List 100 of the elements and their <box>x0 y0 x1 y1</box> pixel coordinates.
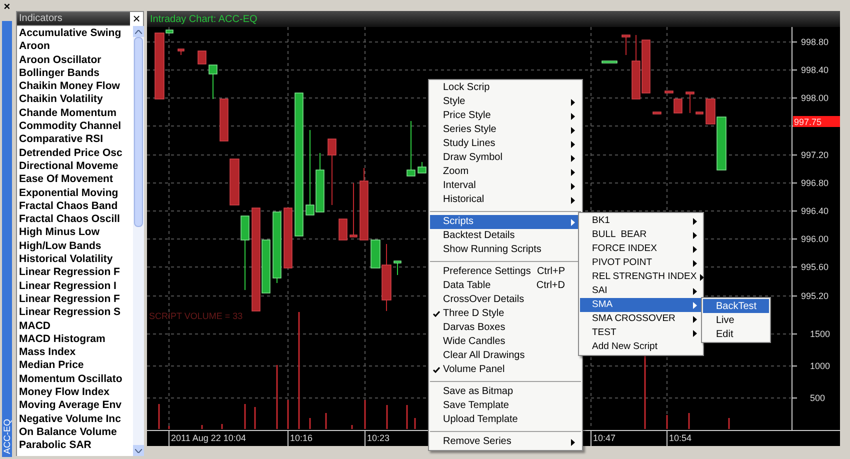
indicator-item[interactable]: High Minus Low <box>17 226 100 240</box>
indicator-item[interactable]: High/Low Bands <box>17 240 102 254</box>
indicator-item[interactable]: Chaikin Volatility <box>17 93 103 107</box>
menu-item[interactable]: Edit <box>703 327 769 341</box>
candle <box>272 212 282 284</box>
menu-item[interactable]: Backtest Details <box>430 229 581 243</box>
menu-item[interactable]: Clear All Drawings <box>430 349 581 363</box>
menu-item[interactable]: Style <box>430 95 581 109</box>
menu-item[interactable]: Series Style <box>430 123 581 137</box>
price-label: 998.80 <box>801 37 829 47</box>
submenu-arrow-icon <box>571 438 575 446</box>
indicator-item[interactable]: Linear Regression S <box>17 306 121 320</box>
indicator-item[interactable]: Fractal Chaos Oscill <box>17 213 120 226</box>
candle <box>328 138 336 206</box>
indicator-item[interactable]: Detrended Price Osc <box>17 146 122 160</box>
scroll-down-icon <box>135 448 142 452</box>
menu-item[interactable]: Live <box>703 313 769 327</box>
indicator-item[interactable]: Chaikin Money Flow <box>17 80 120 94</box>
menu-item[interactable]: Study Lines <box>430 137 581 151</box>
menu-item[interactable]: CrossOver Details <box>430 293 581 307</box>
menu-item[interactable]: Scripts <box>430 215 581 229</box>
menu-item[interactable]: SAI <box>580 284 702 298</box>
menu-item[interactable]: REL STRENGTH INDEX <box>580 270 702 284</box>
menu-item[interactable]: PIVOT POINT <box>580 256 702 270</box>
menu-item[interactable]: Price Style <box>430 109 581 123</box>
menu-item[interactable]: Save as Bitmap <box>430 385 581 399</box>
current-price-tag: 997.75 <box>793 116 840 127</box>
candle <box>642 40 650 94</box>
menu-item[interactable]: BackTest <box>703 299 769 313</box>
scrollbar[interactable] <box>133 26 144 456</box>
indicator-item[interactable]: Commodity Channel <box>17 120 122 134</box>
menu-item[interactable]: Save Template <box>430 399 581 413</box>
indicator-item[interactable]: Linear Regression F <box>17 266 120 280</box>
panel-title: Indicators <box>18 12 64 26</box>
menu-item[interactable]: Add New Script <box>580 340 702 354</box>
candle <box>208 64 218 100</box>
indicator-item[interactable]: Bollinger Bands <box>17 66 100 80</box>
menu-item[interactable]: Darvas Boxes <box>430 321 581 335</box>
symbol-tab[interactable]: ACC-EQ <box>2 21 12 457</box>
indicator-item[interactable]: Negative Volume Inc <box>17 412 121 426</box>
time-label: 10:47 <box>593 433 616 443</box>
indicator-item[interactable]: Accumulative Swing <box>17 27 122 40</box>
indicator-item[interactable]: Linear Regression F <box>17 292 120 306</box>
close-button[interactable]: × <box>130 12 143 26</box>
indicator-item[interactable]: Directional Moveme <box>17 160 118 174</box>
menu-item[interactable]: Three D Style <box>430 307 581 321</box>
menu-item[interactable]: Zoom <box>430 165 581 179</box>
indicator-item[interactable]: Parabolic SAR <box>17 439 92 452</box>
volume-label: 500 <box>810 393 826 403</box>
menu-item[interactable]: Wide Candles <box>430 335 581 349</box>
indicator-item[interactable]: On Balance Volume <box>17 426 117 440</box>
check-icon <box>433 311 440 317</box>
indicator-item[interactable]: Chande Momentum <box>17 106 116 120</box>
candle <box>230 158 240 206</box>
indicator-item[interactable]: Fractal Chaos Band <box>17 200 118 214</box>
candle <box>220 98 228 142</box>
menu-item[interactable]: SMA <box>580 298 702 312</box>
menu-item[interactable]: Draw Symbol <box>430 151 581 165</box>
candle <box>406 120 416 176</box>
indicator-item[interactable]: Aroon Oscillator <box>17 54 102 67</box>
menu-item[interactable]: SMA CROSSOVER <box>580 312 702 326</box>
menu-item[interactable]: Volume Panel <box>430 363 581 377</box>
indicator-item[interactable]: Historical Volatility <box>17 253 113 266</box>
indicator-item[interactable]: Aroon <box>17 40 50 54</box>
candle <box>394 260 402 276</box>
indicator-item[interactable]: Median Price <box>17 359 84 373</box>
menu-item[interactable]: Lock Scrip <box>430 81 581 95</box>
price-label: 998.00 <box>801 93 829 103</box>
indicator-item[interactable]: MACD <box>17 320 50 333</box>
candle <box>418 162 426 174</box>
menu-item[interactable]: Data Table Ctrl+D <box>430 279 581 293</box>
menu-item[interactable]: FORCE INDEX <box>580 242 702 256</box>
indicator-item[interactable]: Comparative RSI <box>17 133 104 147</box>
volume-note: SCRIPT VOLUME = 33 <box>149 311 243 321</box>
menu-item[interactable]: Historical <box>430 193 581 207</box>
time-label: 10:54 <box>669 433 692 443</box>
indicator-item[interactable]: Ease Of Movement <box>17 173 113 187</box>
candle <box>178 48 184 56</box>
candle <box>338 218 348 240</box>
volume-label: 1000 <box>810 361 830 371</box>
menu-item[interactable]: Preference Settings Ctrl+P <box>430 265 581 279</box>
menu-item[interactable]: Upload Template <box>430 413 581 427</box>
menu-item[interactable]: BK1 <box>580 214 702 228</box>
menu-item[interactable]: Show Running Scripts <box>430 243 581 257</box>
indicator-item[interactable]: Linear Regression I <box>17 280 116 293</box>
indicator-item[interactable]: Exponential Moving <box>17 186 118 200</box>
indicator-item[interactable]: Moving Average Env <box>17 399 122 413</box>
indicator-item[interactable]: Mass Index <box>17 346 76 360</box>
indicator-item[interactable]: Money Flow Index <box>17 386 110 400</box>
volume-label: 1500 <box>810 329 830 339</box>
menu-item[interactable]: BULL BEAR <box>580 228 702 242</box>
menu-item[interactable]: Remove Series <box>430 435 581 449</box>
indicator-item[interactable]: MACD Histogram <box>17 332 106 346</box>
candle <box>664 90 674 94</box>
indicator-item[interactable]: Momentum Oscillato <box>17 372 122 386</box>
menu-item[interactable]: TEST <box>580 326 702 340</box>
close-button[interactable]: × <box>4 1 10 13</box>
menu-item[interactable]: Interval <box>430 179 581 193</box>
price-label: 997.20 <box>801 150 829 160</box>
price-label: 998.40 <box>801 65 829 75</box>
